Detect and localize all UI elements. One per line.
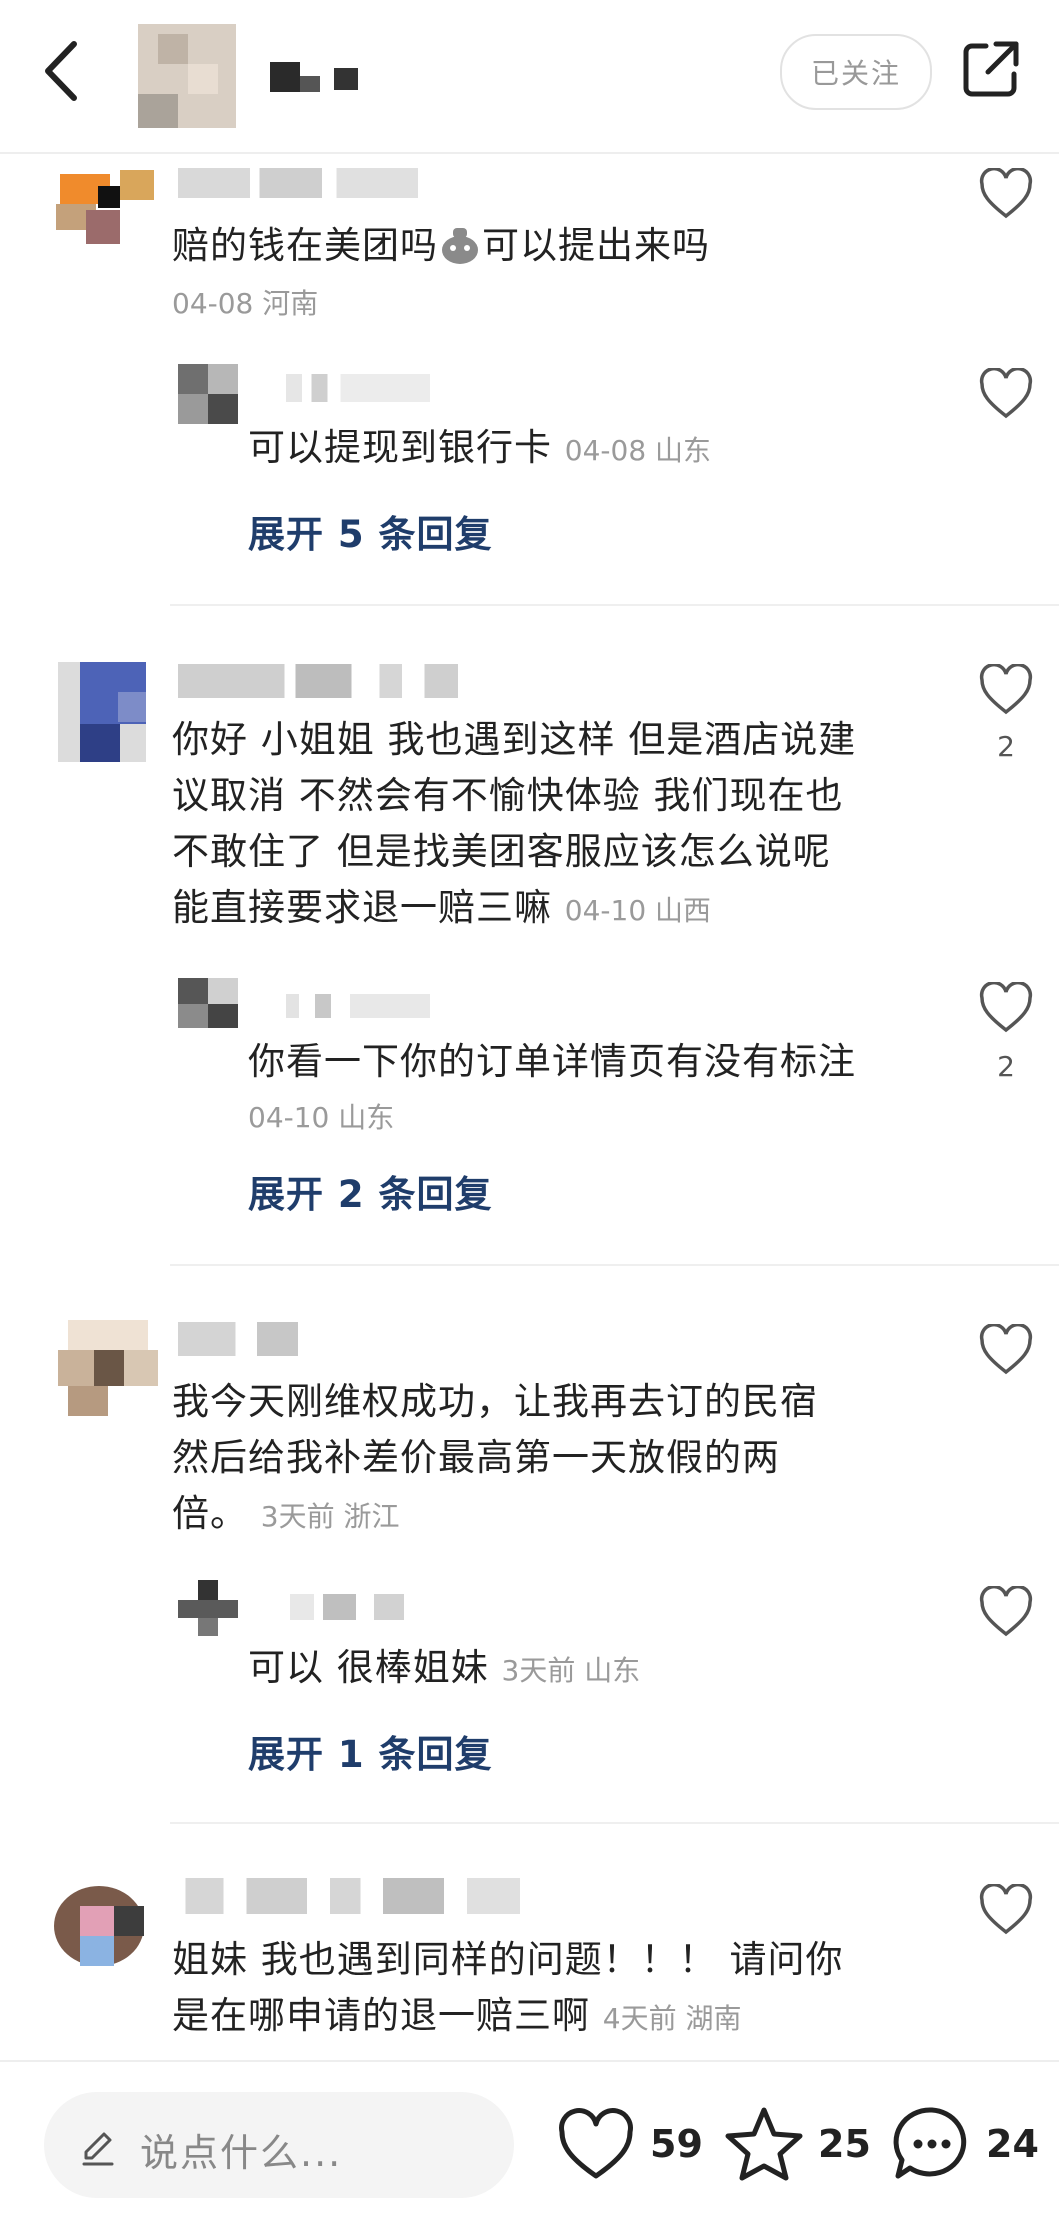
commenter-name[interactable] (178, 664, 458, 698)
reply-avatar[interactable] (178, 978, 238, 1028)
comment-text: 你好 小姐姐 我也遇到这样 但是酒店说建 议取消 不然会有不愉快体验 我们现在也… (172, 718, 857, 929)
bottom-action-bar: 说点什么... 59 25 24 (0, 2060, 1059, 2230)
commenter-name[interactable] (178, 168, 418, 198)
commenter-avatar[interactable] (58, 1320, 158, 1416)
divider (170, 1264, 1059, 1266)
like-heart-icon[interactable] (978, 168, 1034, 220)
commenter-name[interactable] (178, 1322, 298, 1356)
commenter-name[interactable] (178, 1878, 558, 1914)
commenter-avatar[interactable] (56, 164, 160, 252)
reply-name[interactable] (290, 1594, 440, 1620)
like-heart-icon[interactable] (978, 1884, 1034, 1936)
comment-count: 24 (986, 2122, 1039, 2166)
divider (170, 1822, 1059, 1824)
favorite-count: 25 (818, 2122, 871, 2166)
divider (170, 604, 1059, 606)
like-heart-icon[interactable] (978, 368, 1034, 420)
reply-text: 可以提现到银行卡 04-08 山东 (248, 426, 712, 469)
like-count: 59 (650, 2122, 703, 2166)
reply-avatar[interactable] (178, 364, 238, 424)
comment-meta: 04-08 河南 (172, 287, 319, 320)
commenter-avatar[interactable] (44, 1876, 154, 1976)
share-icon[interactable] (960, 38, 1022, 100)
reply-name[interactable] (270, 374, 430, 402)
comment-text: 姐妹 我也遇到同样的问题！！！ 请问你 是在哪申请的退一赔三啊 4天前 湖南 (172, 1938, 844, 2037)
follow-button[interactable]: 已关注 (780, 34, 932, 110)
money-bag-emoji (442, 228, 478, 264)
reply-text: 你看一下你的订单详情页有没有标注 (248, 1040, 856, 1083)
expand-replies-link[interactable]: 展开 5 条回复 (248, 504, 493, 558)
author-name[interactable] (270, 62, 360, 92)
comment-icon[interactable] (892, 2104, 972, 2184)
like-heart-icon[interactable] (978, 1324, 1034, 1376)
comment-text: 我今天刚维权成功，让我再去订的民宿 然后给我补差价最高第一天放假的两 倍。 3天… (172, 1380, 818, 1535)
comment-text: 赔的钱在美团吗 可以提出来吗 (172, 224, 710, 267)
expand-replies-link[interactable]: 展开 1 条回复 (248, 1724, 493, 1778)
comment-input-placeholder: 说点什么... (140, 2131, 343, 2175)
reply-text: 可以 很棒姐妹 3天前 山东 (248, 1646, 641, 1689)
like-count: 2 (997, 730, 1015, 763)
star-icon[interactable] (724, 2104, 804, 2184)
reply-meta: 04-10 山东 (248, 1101, 395, 1134)
reply-avatar[interactable] (178, 1580, 238, 1636)
like-heart-icon[interactable] (978, 982, 1034, 1034)
back-arrow-icon[interactable] (38, 38, 86, 104)
expand-replies-link[interactable]: 展开 2 条回复 (248, 1164, 493, 1218)
author-avatar[interactable] (138, 24, 236, 128)
pencil-icon (82, 2132, 114, 2166)
reply-name[interactable] (270, 994, 430, 1018)
like-heart-icon[interactable] (978, 1586, 1034, 1638)
commenter-avatar[interactable] (58, 662, 146, 762)
heart-icon[interactable] (556, 2106, 636, 2186)
like-heart-icon[interactable] (978, 664, 1034, 716)
top-bar: 已关注 (0, 0, 1059, 154)
comment-input[interactable]: 说点什么... (44, 2092, 514, 2198)
like-count: 2 (997, 1050, 1015, 1083)
